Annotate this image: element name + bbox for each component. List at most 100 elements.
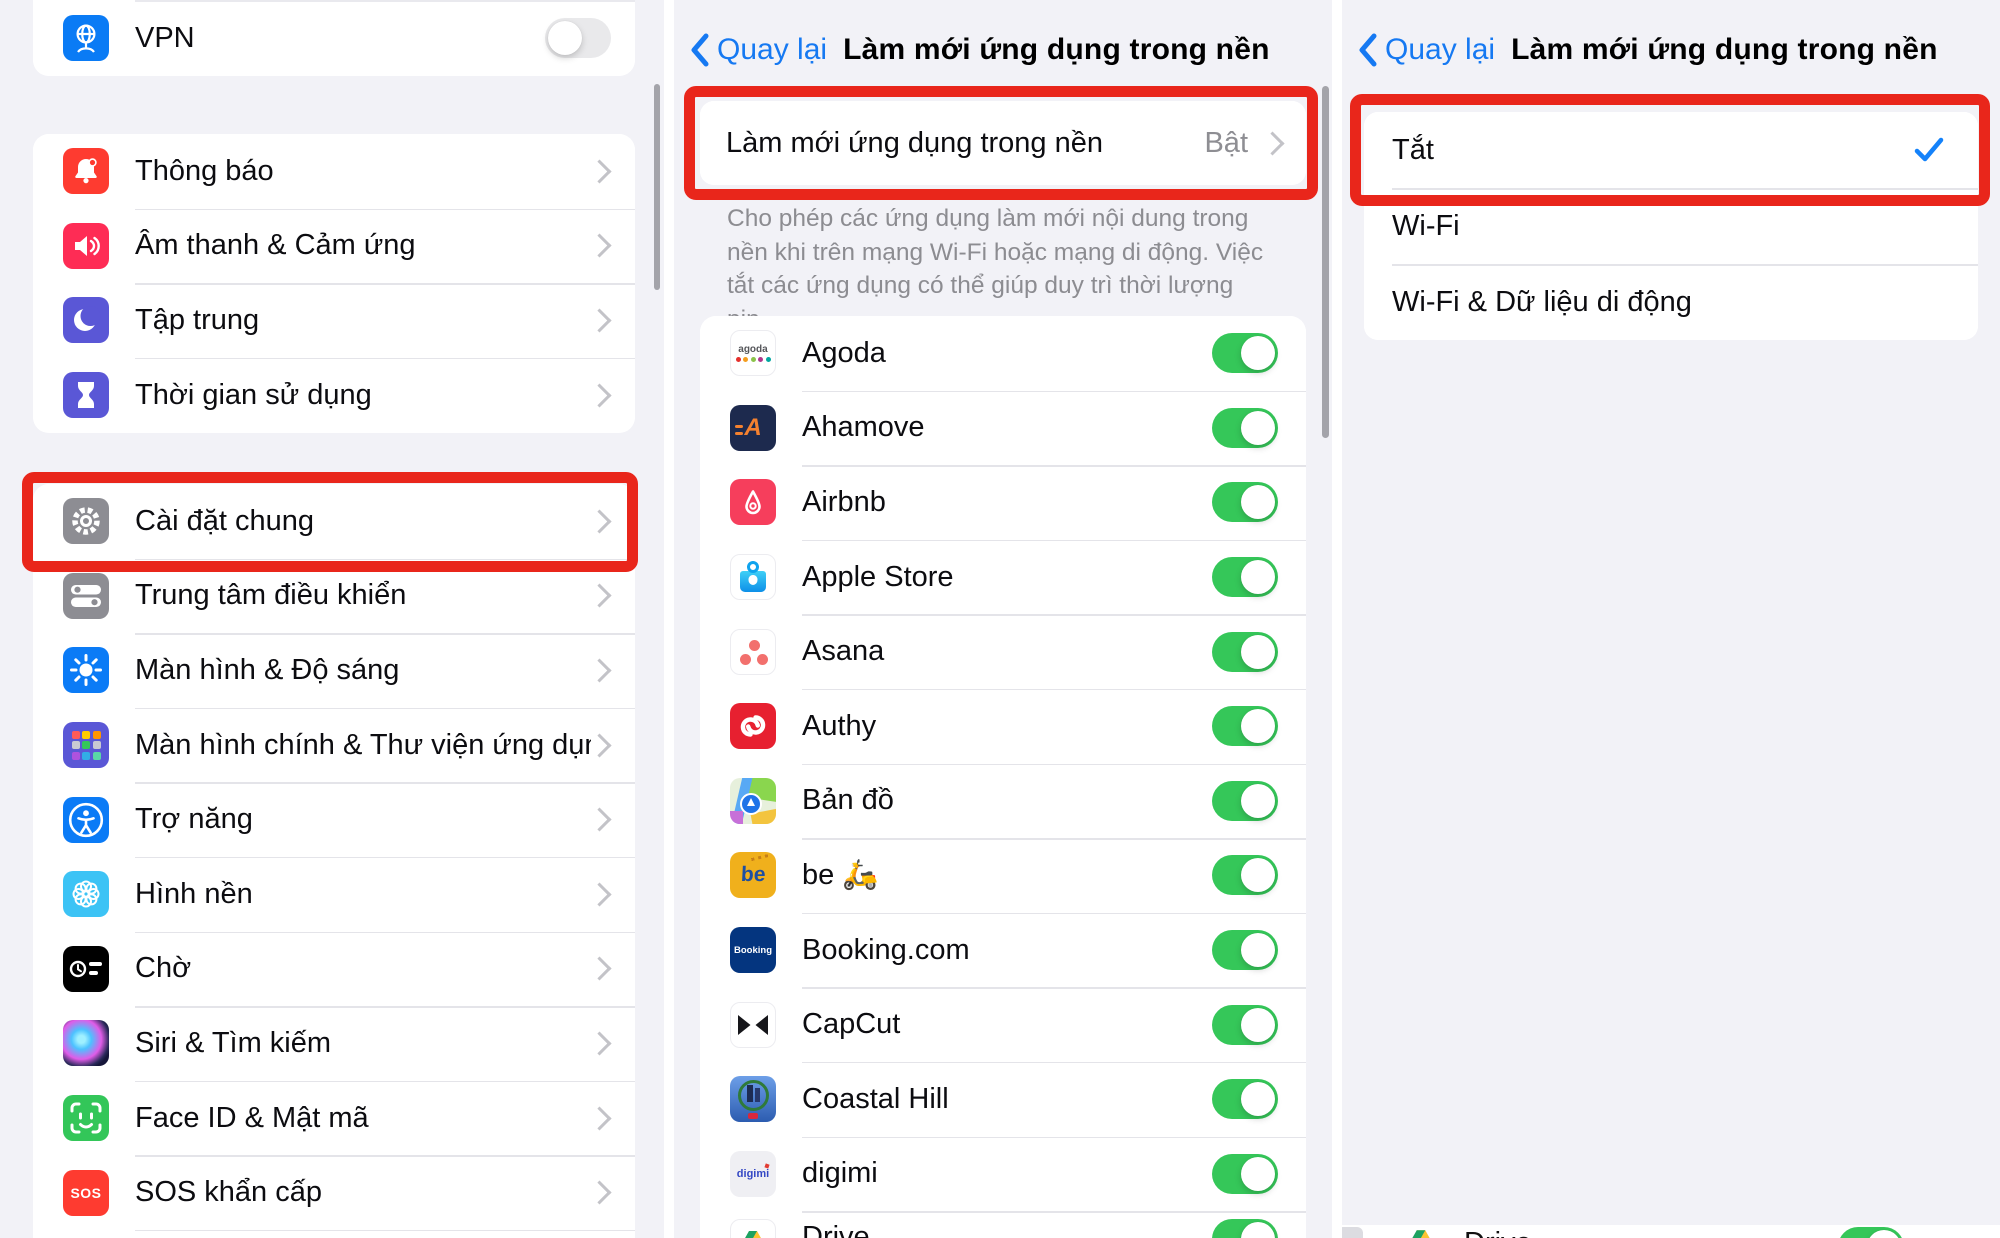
ahamove-app-icon: A: [730, 405, 776, 451]
app-toggle[interactable]: [1838, 1227, 1904, 1238]
chevron-right-icon: [587, 957, 611, 981]
authy-app-icon: [730, 703, 776, 749]
option-row-wifi[interactable]: Wi-Fi: [1364, 188, 1978, 264]
settings-item-siri[interactable]: Siri & Tìm kiếm: [33, 1006, 635, 1081]
chevron-right-icon: [587, 808, 611, 832]
settings-item-screen-time[interactable]: Thời gian sử dụng: [33, 358, 635, 433]
app-name: Apple Store: [802, 561, 1212, 594]
app-toggle[interactable]: [1212, 557, 1278, 597]
settings-item-faceid[interactable]: Face ID & Mật mã: [33, 1081, 635, 1156]
scrollbar[interactable]: [654, 84, 660, 290]
siri-icon: [63, 1020, 109, 1066]
app-refresh-list-card: agoda Agoda A Ahamove Airbnb A: [700, 316, 1306, 1238]
app-name: be 🛵: [802, 858, 1212, 892]
control-center-icon: [63, 573, 109, 619]
app-toggle[interactable]: [1212, 408, 1278, 448]
app-row-be[interactable]: be be 🛵: [700, 838, 1306, 913]
settings-item-label: Âm thanh & Cảm ứng: [135, 229, 591, 262]
scrollbar[interactable]: [1322, 86, 1329, 438]
nav-bar: Quay lại Làm mới ứng dụng trong nền: [1342, 22, 2000, 78]
app-row-asana[interactable]: Asana: [700, 614, 1306, 689]
app-row-agoda[interactable]: agoda Agoda: [700, 316, 1306, 391]
background-refresh-setting-row[interactable]: Làm mới ứng dụng trong nền Bật: [700, 101, 1306, 185]
page-title: Làm mới ứng dụng trong nền: [1511, 33, 1938, 67]
app-name: Agoda: [802, 337, 1212, 370]
chevron-right-icon: [587, 658, 611, 682]
app-row-drive-partial[interactable]: Drive: [700, 1211, 1306, 1238]
settings-item-accessibility[interactable]: Trợ năng: [33, 782, 635, 857]
airbnb-app-icon: [730, 479, 776, 525]
settings-item-focus[interactable]: Tập trung: [33, 283, 635, 358]
settings-item-display[interactable]: Màn hình & Độ sáng: [33, 633, 635, 708]
settings-item-general[interactable]: Cài đặt chung: [33, 484, 635, 559]
back-button[interactable]: Quay lại: [717, 33, 827, 67]
app-toggle[interactable]: [1212, 1005, 1278, 1045]
option-label: Wi-Fi: [1392, 210, 1944, 243]
app-row-booking[interactable]: Booking Booking.com: [700, 913, 1306, 988]
wallpaper-flower-icon: [63, 871, 109, 917]
settings-item-standby[interactable]: Chờ: [33, 932, 635, 1007]
app-name: digimi: [802, 1157, 1212, 1190]
app-toggle[interactable]: [1212, 333, 1278, 373]
vpn-icon: [63, 15, 109, 61]
app-toggle[interactable]: [1212, 855, 1278, 895]
app-name: Booking.com: [802, 934, 1212, 967]
app-toggle[interactable]: [1212, 1219, 1278, 1238]
app-row-coastal-hill[interactable]: Coastal Hill: [700, 1062, 1306, 1137]
settings-item-notifications[interactable]: Thông báo: [33, 134, 635, 209]
app-toggle[interactable]: [1212, 632, 1278, 672]
screenshot-canvas: VPN Thông báo Âm thanh & Cảm ứng: [0, 0, 2000, 1238]
sos-icon: SOS: [63, 1170, 109, 1216]
settings-item-vpn[interactable]: VPN: [33, 0, 635, 76]
vpn-card: VPN: [33, 0, 635, 76]
back-chevron-icon[interactable]: [1358, 33, 1378, 67]
app-toggle[interactable]: [1212, 930, 1278, 970]
app-toggle[interactable]: [1212, 781, 1278, 821]
app-name: Authy: [802, 710, 1212, 743]
back-chevron-icon[interactable]: [690, 33, 710, 67]
chevron-right-icon: [587, 1181, 611, 1205]
booking-app-icon: Booking: [730, 927, 776, 973]
chevron-right-icon: [587, 159, 611, 183]
chevron-right-icon: [587, 733, 611, 757]
app-row-authy[interactable]: Authy: [700, 689, 1306, 764]
refresh-options-panel: Quay lại Làm mới ứng dụng trong nền Tắt …: [1342, 0, 2000, 1238]
ahamove-icon-text: A: [744, 414, 761, 442]
chevron-right-icon: [587, 383, 611, 407]
app-name: Drive: [802, 1221, 1212, 1238]
app-row-airbnb[interactable]: Airbnb: [700, 465, 1306, 540]
sounds-haptics-icon: [63, 223, 109, 269]
settings-item-emergency-sos[interactable]: SOS SOS khẩn cấp: [33, 1155, 635, 1230]
option-row-off[interactable]: Tắt: [1364, 112, 1978, 188]
settings-item-label: Màn hình chính & Thư viện ứng dụng: [135, 729, 591, 762]
home-screen-grid-icon: [63, 722, 109, 768]
app-row-maps[interactable]: Bản đồ: [700, 764, 1306, 839]
option-row-wifi-cellular[interactable]: Wi-Fi & Dữ liệu di động: [1364, 264, 1978, 340]
partial-gray-block: [1342, 1227, 1363, 1238]
app-name: Coastal Hill: [802, 1083, 1212, 1116]
settings-item-label: Tập trung: [135, 304, 591, 337]
app-row-capcut[interactable]: CapCut: [700, 987, 1306, 1062]
nav-bar: Quay lại Làm mới ứng dụng trong nền: [674, 22, 1332, 78]
focus-moon-icon: [63, 297, 109, 343]
back-button[interactable]: Quay lại: [1385, 33, 1495, 67]
chevron-right-icon: [587, 584, 611, 608]
settings-item-control-center[interactable]: Trung tâm điều khiển: [33, 559, 635, 634]
app-toggle[interactable]: [1212, 1154, 1278, 1194]
settings-item-sounds[interactable]: Âm thanh & Cảm ứng: [33, 209, 635, 284]
chevron-right-icon: [587, 1031, 611, 1055]
app-row-apple-store[interactable]: Apple Store: [700, 540, 1306, 615]
app-row-ahamove[interactable]: A Ahamove: [700, 391, 1306, 466]
settings-item-wallpaper[interactable]: Hình nền: [33, 857, 635, 932]
app-row-digimi[interactable]: digimi digimi: [700, 1137, 1306, 1212]
app-toggle[interactable]: [1212, 482, 1278, 522]
settings-item-label: SOS khẩn cấp: [135, 1176, 591, 1209]
app-toggle[interactable]: [1212, 706, 1278, 746]
settings-item-home-screen[interactable]: Màn hình chính & Thư viện ứng dụng: [33, 708, 635, 783]
app-toggle[interactable]: [1212, 1079, 1278, 1119]
vpn-toggle[interactable]: [545, 18, 611, 58]
chevron-right-icon: [1260, 131, 1284, 155]
accessibility-icon: [63, 797, 109, 843]
apple-store-app-icon: [730, 554, 776, 600]
settings-item-label: Hình nền: [135, 878, 591, 911]
